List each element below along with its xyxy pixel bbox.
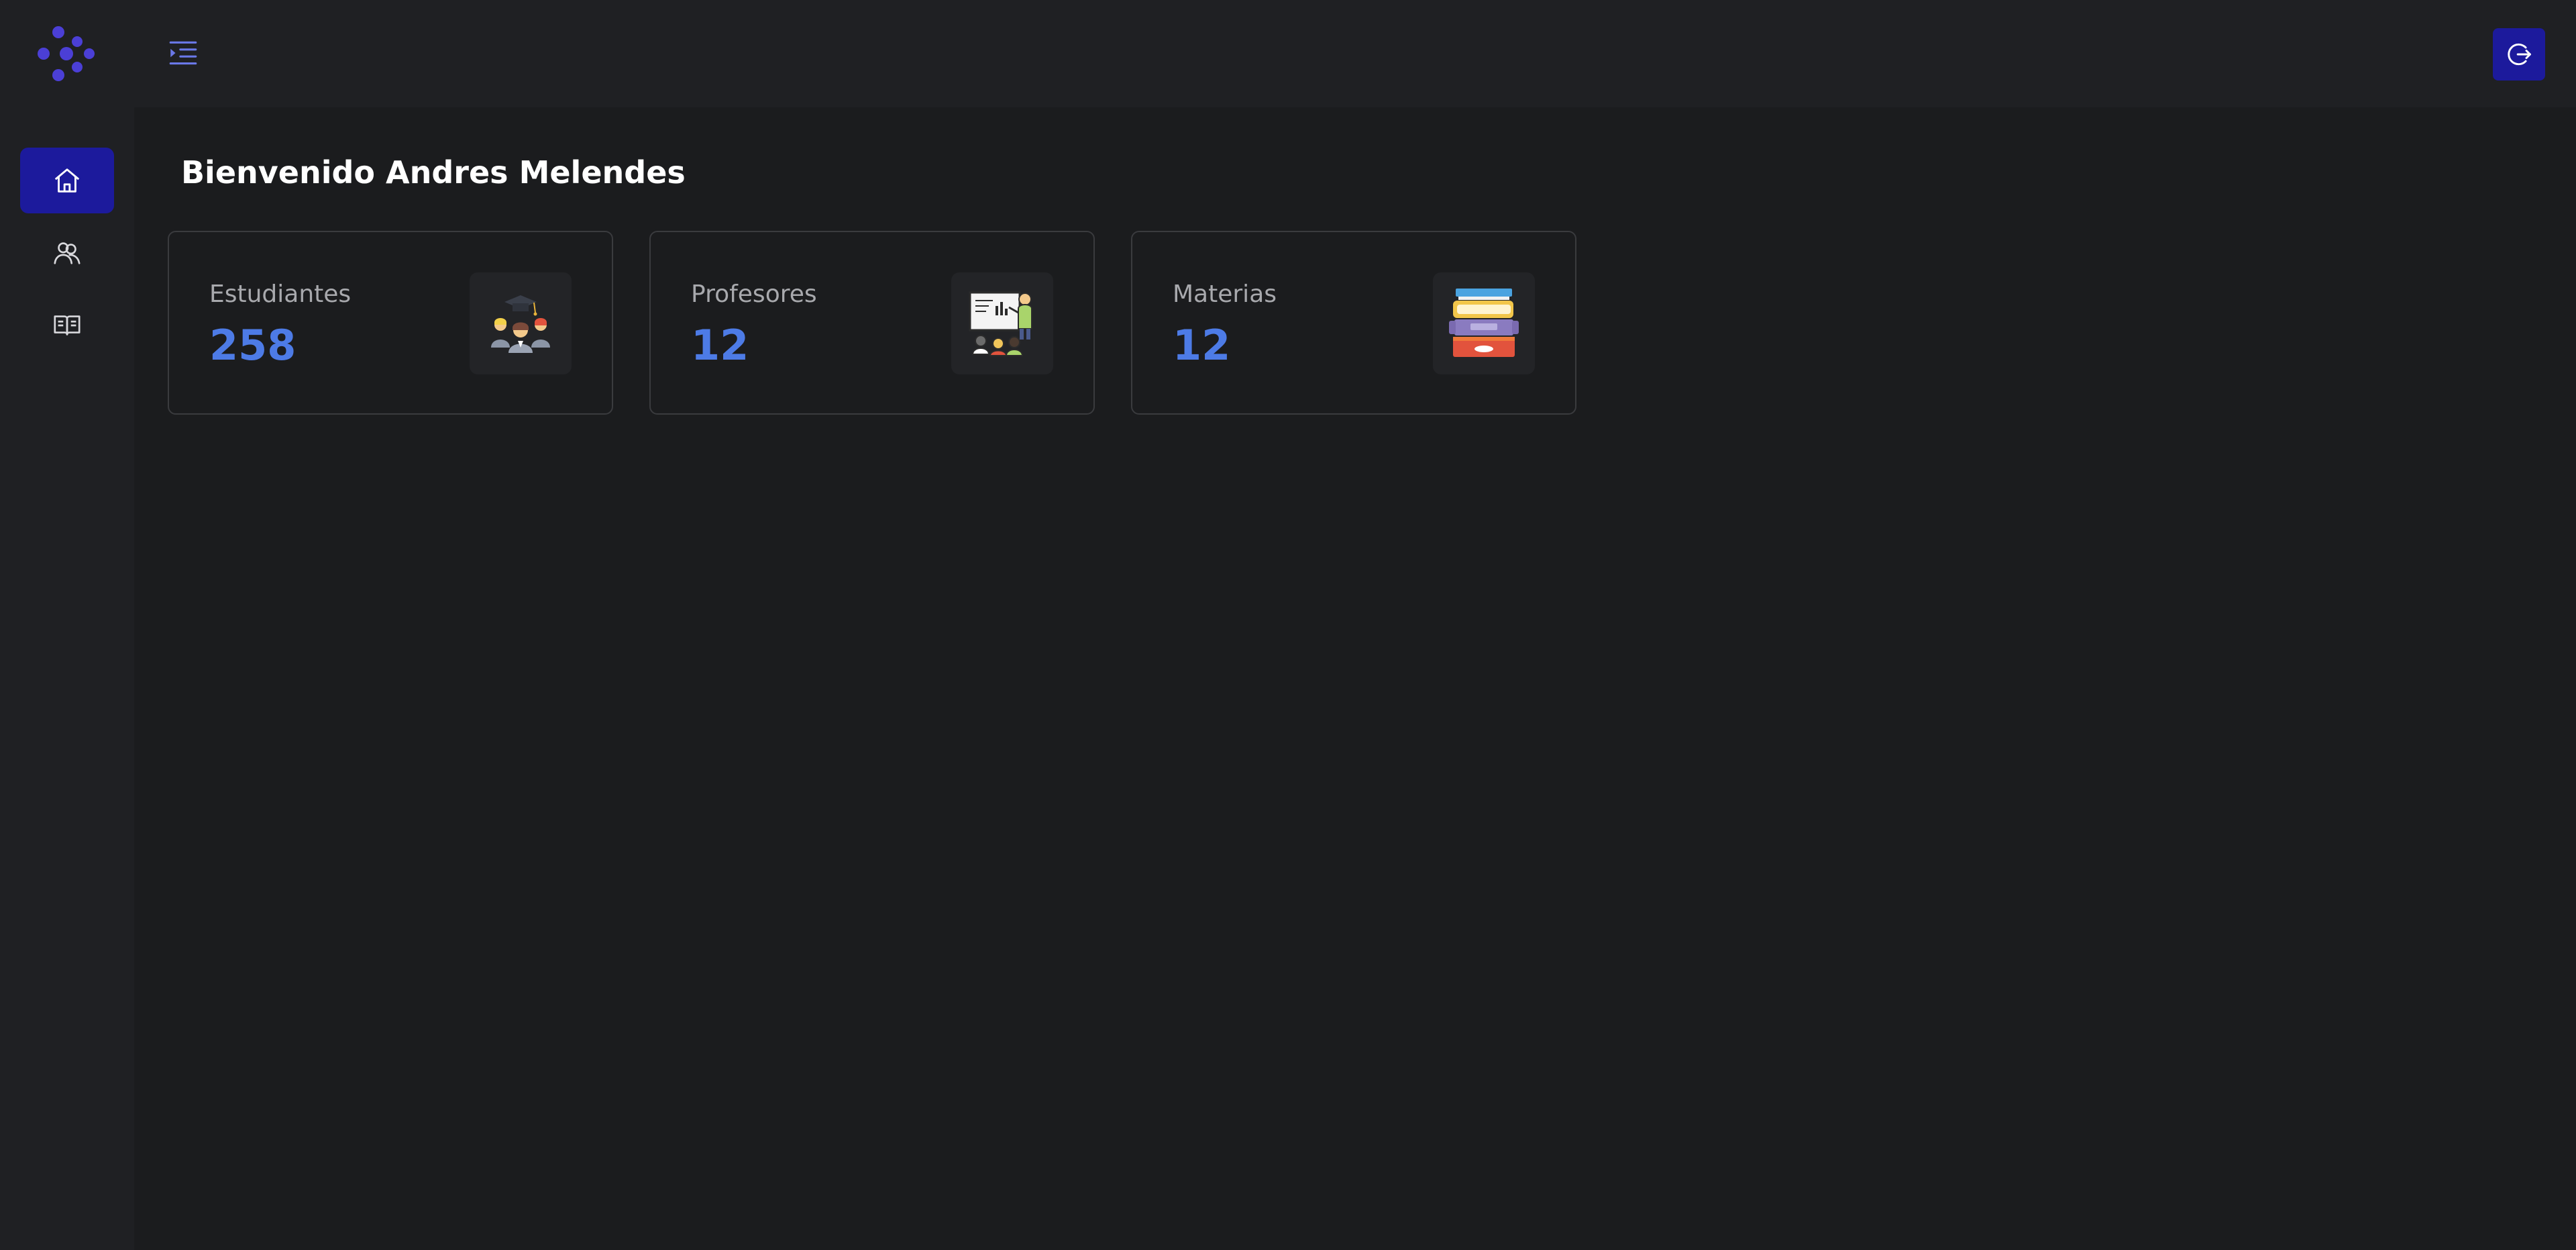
stat-card-value: 12 (1173, 321, 1231, 370)
stat-card-students: Estudiantes 258 (168, 231, 613, 415)
users-icon (54, 242, 80, 264)
sidebar-item-home[interactable] (20, 148, 114, 213)
book-icon (54, 315, 80, 335)
stat-card-icon-box (1433, 272, 1535, 374)
page-title: Bienvenido Andres Melendes (181, 154, 686, 191)
stat-card-label: Materias (1173, 280, 1277, 308)
main-content: Bienvenido Andres Melendes Estudiantes 2… (134, 107, 2576, 1250)
sidebar-item-subjects[interactable] (20, 293, 114, 358)
stat-card-value: 12 (691, 321, 749, 370)
stat-card-value: 258 (209, 321, 297, 370)
sidebar-item-users[interactable] (20, 220, 114, 286)
students-icon (491, 295, 550, 353)
stat-card-label: Estudiantes (209, 280, 352, 308)
books-icon (1449, 289, 1519, 357)
stat-card-icon-box (470, 272, 572, 374)
stat-card-icon-box (951, 272, 1053, 374)
home-icon (54, 168, 80, 193)
stat-card-teachers: Profesores 12 (649, 231, 1095, 415)
logout-button[interactable] (2493, 28, 2545, 81)
stat-card-label: Profesores (691, 280, 817, 308)
teacher-icon (969, 291, 1032, 356)
stat-card-subjects: Materias 12 (1131, 231, 1576, 415)
top-header (134, 0, 2576, 107)
menu-toggle-icon[interactable] (166, 37, 200, 70)
sidebar (0, 0, 134, 1250)
dots-logo-icon[interactable] (37, 25, 97, 82)
app-root: Bienvenido Andres Melendes Estudiantes 2… (0, 0, 2576, 1250)
logout-icon (2508, 43, 2531, 66)
